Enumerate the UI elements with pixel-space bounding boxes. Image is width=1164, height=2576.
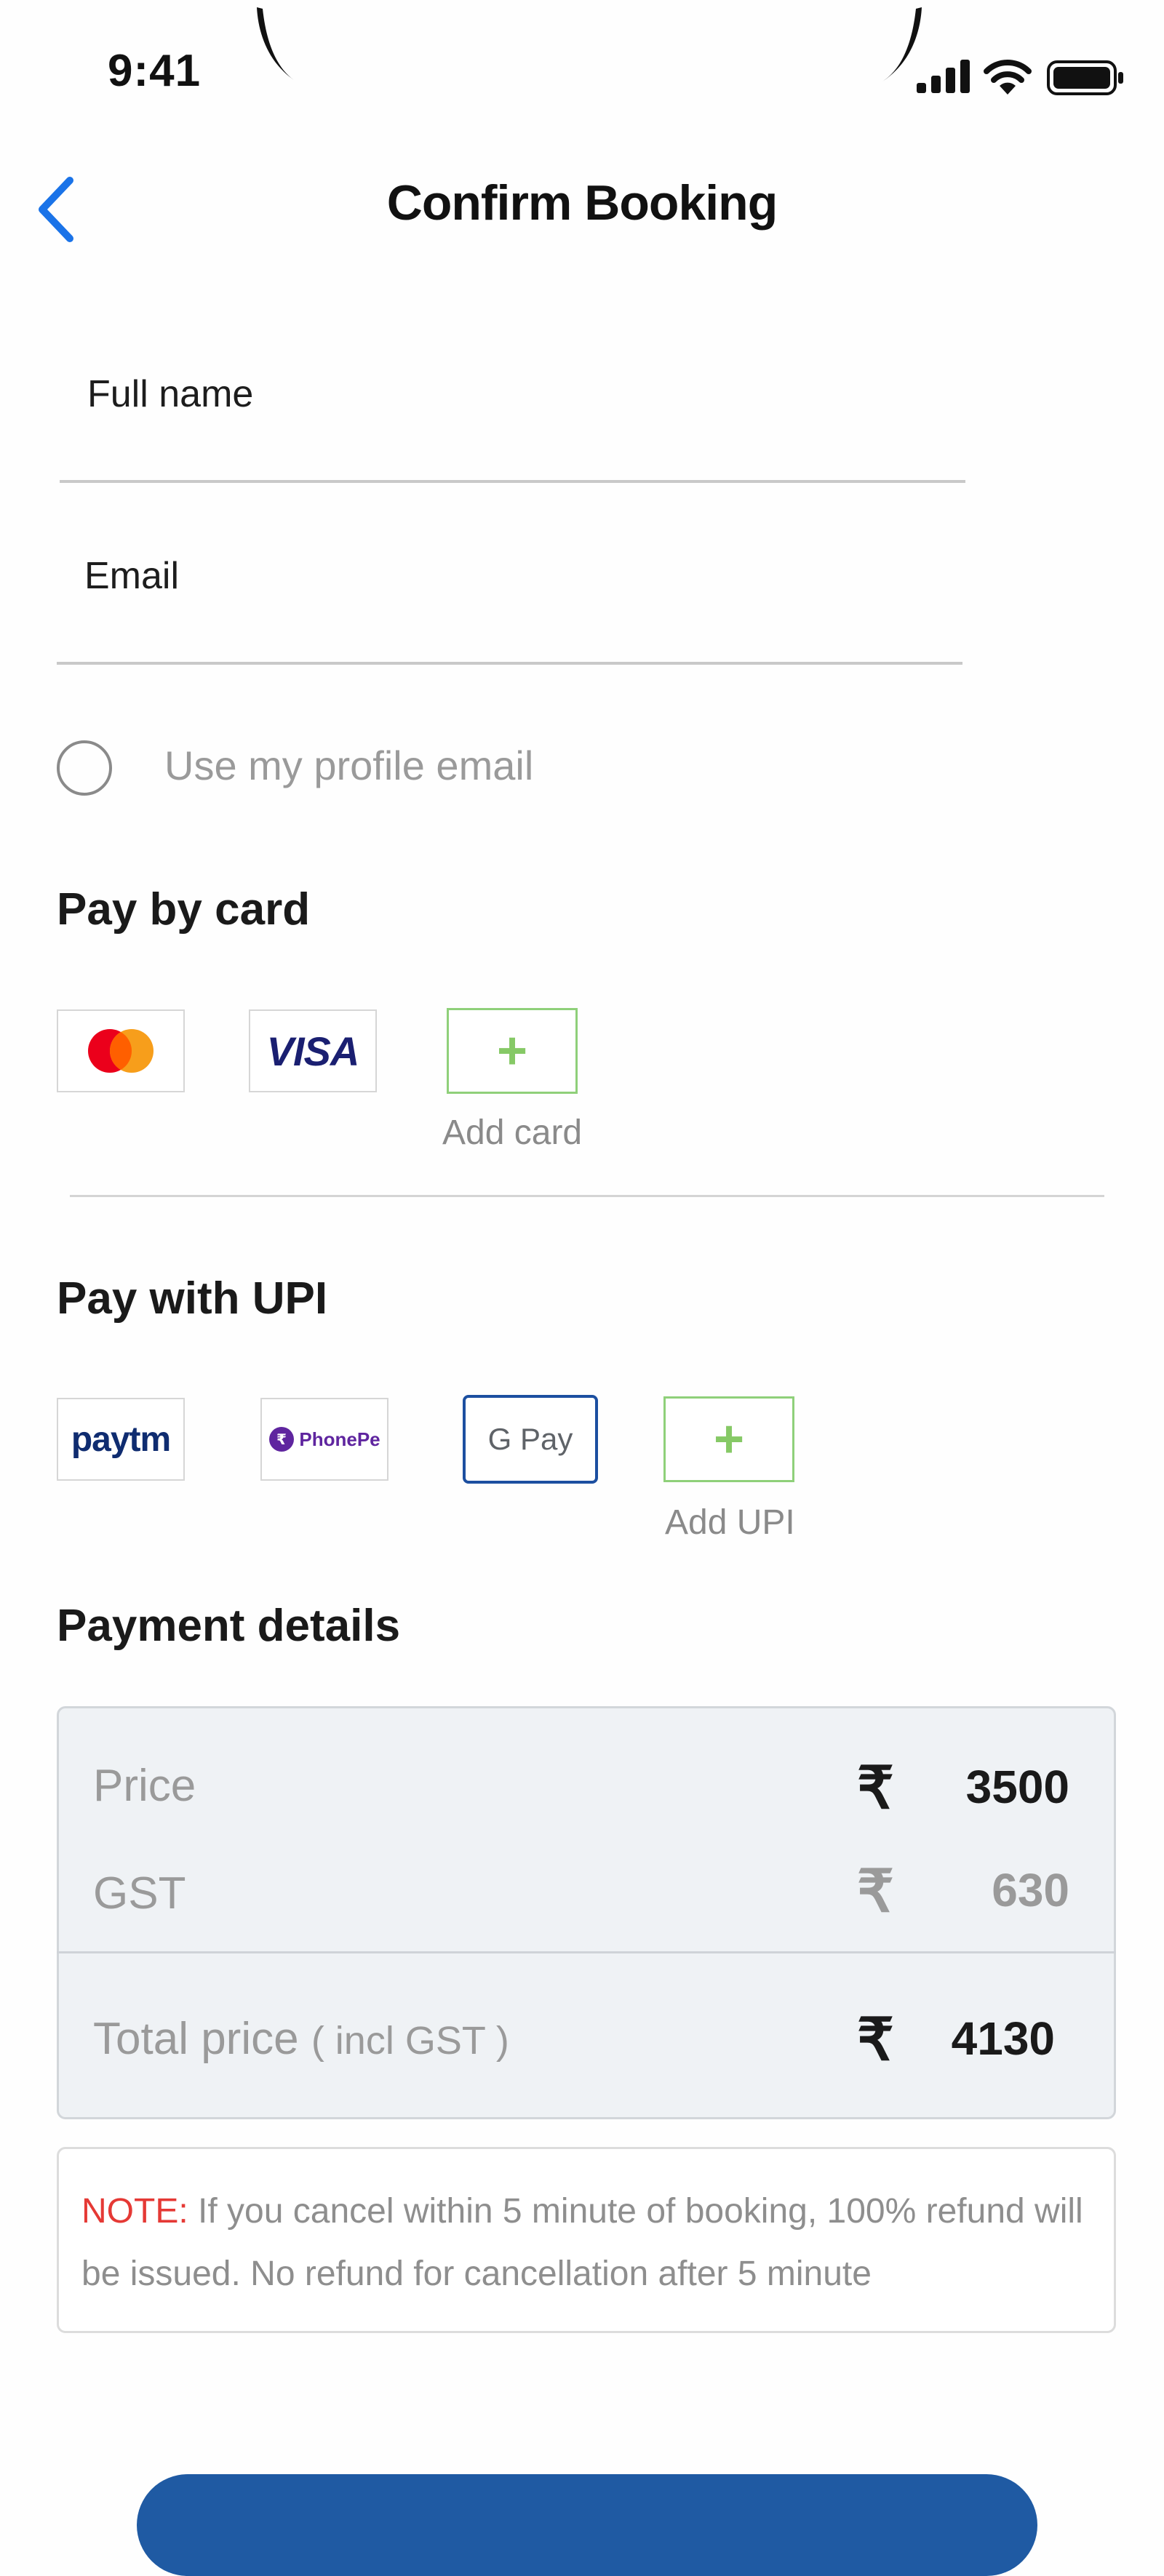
total-price-label: Total price ( incl GST ) (93, 2013, 509, 2065)
visa-option[interactable]: VISA (249, 1009, 377, 1092)
total-price-value: 4130 (951, 2012, 1055, 2065)
section-divider (70, 1195, 1104, 1197)
confirm-button[interactable] (137, 2474, 1037, 2576)
rupee-icon: ₹ (857, 2007, 894, 2072)
use-profile-email-label[interactable]: Use my profile email (164, 742, 533, 789)
gpay-option-selected[interactable]: G Pay (463, 1395, 598, 1484)
plus-icon: + (713, 1410, 745, 1468)
phonepe-label: PhonePe (299, 1428, 380, 1450)
svg-text:₹: ₹ (276, 1431, 287, 1448)
payment-details-title: Payment details (57, 1601, 401, 1651)
gst-label: GST (93, 1868, 186, 1919)
paytm-logo: paytm (71, 1420, 171, 1459)
rupee-icon: ₹ (857, 1756, 894, 1820)
total-price-text: Total price (93, 2014, 299, 2064)
add-card-label[interactable]: Add card (442, 1113, 582, 1153)
wifi-icon (984, 60, 1032, 95)
rupee-icon: ₹ (857, 1859, 894, 1924)
email-placeholder: Email (84, 555, 180, 597)
email-field[interactable]: Email (57, 538, 962, 665)
paytm-option[interactable]: paytm (57, 1398, 185, 1481)
add-upi-label[interactable]: Add UPI (665, 1503, 795, 1543)
battery-icon (1047, 60, 1123, 95)
gst-value: 630 (992, 1864, 1069, 1916)
signal-icon (917, 60, 970, 93)
mastercard-option[interactable] (57, 1009, 185, 1092)
price-label: Price (93, 1761, 196, 1811)
gpay-label: G Pay (487, 1422, 573, 1456)
total-price-suffix: ( incl GST ) (311, 2019, 509, 2063)
use-profile-email-radio[interactable] (57, 740, 112, 796)
note-prefix: NOTE: (81, 2192, 188, 2231)
price-value: 3500 (965, 1761, 1069, 1813)
mastercard-icon (88, 1029, 154, 1073)
phonepe-icon: ₹ (269, 1427, 295, 1452)
notch-left-decoration (257, 7, 296, 81)
note-text: If you cancel within 5 minute of booking… (81, 2192, 1083, 2293)
add-card-button[interactable]: + (447, 1008, 578, 1094)
page-title: Confirm Booking (386, 175, 778, 231)
full-name-field[interactable]: Full name (60, 356, 965, 483)
phonepe-option[interactable]: ₹ PhonePe (260, 1398, 388, 1481)
pay-with-upi-title: Pay with UPI (57, 1273, 328, 1324)
full-name-placeholder: Full name (87, 373, 254, 415)
visa-logo: VISA (266, 1028, 360, 1074)
status-time: 9:41 (108, 46, 202, 96)
details-separator (57, 1951, 1116, 1953)
pay-by-card-title: Pay by card (57, 884, 311, 935)
plus-icon: + (496, 1022, 528, 1080)
refund-note: NOTE: If you cancel within 5 minute of b… (81, 2180, 1100, 2305)
add-upi-button[interactable]: + (663, 1396, 794, 1482)
